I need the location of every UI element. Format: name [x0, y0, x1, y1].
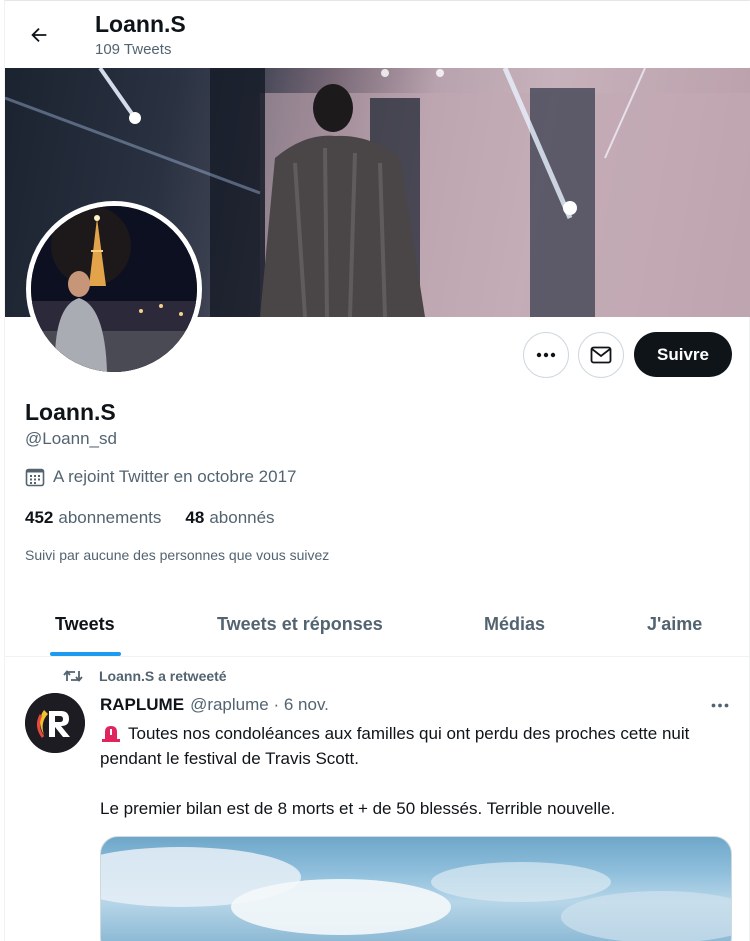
tweet-author-handle[interactable]: @raplume [190, 695, 269, 715]
envelope-icon [590, 346, 612, 364]
followed-by-text: Suivi par aucune des personnes que vous … [25, 547, 330, 563]
tweet-paragraph-2: Le premier bilan est de 8 morts et + de … [100, 799, 616, 818]
followers-count: 48 [185, 508, 205, 527]
profile-display-name: Loann.S [25, 399, 116, 425]
siren-emoji-icon [100, 724, 122, 742]
tweet-author-name[interactable]: RAPLUME [100, 695, 184, 715]
tab-tweets[interactable]: Tweets [55, 591, 115, 657]
header-name: Loann.S [95, 11, 186, 37]
ellipsis-icon [711, 703, 729, 707]
follow-button[interactable]: Suivre [634, 332, 732, 377]
tab-likes[interactable]: J'aime [647, 591, 702, 657]
ellipsis-icon [536, 352, 556, 358]
profile-tabs: Tweets Tweets et réponses Médias J'aime [5, 591, 750, 657]
back-button[interactable] [22, 18, 56, 52]
tweet-separator: · [268, 695, 284, 714]
more-options-button[interactable] [523, 332, 569, 378]
join-date: A rejoint Twitter en octobre 2017 [25, 467, 297, 487]
follow-stats: 452 abonnements 48 abonnés [25, 508, 299, 528]
active-tab-indicator [50, 652, 121, 656]
retweet-icon [63, 668, 83, 684]
followers-label: abonnés [209, 508, 275, 527]
profile-page: Loann.S 109 Tweets Suivre Loann.S @Loann… [4, 0, 750, 941]
header-tweet-count: 109 Tweets [95, 41, 172, 58]
retweet-label[interactable]: Loann.S a retweeté [99, 668, 227, 684]
tweet-text-line-1: Toutes nos condoléances aux familles qui… [100, 724, 690, 768]
tweet-paragraph-1: Toutes nos condoléances aux familles qui… [100, 721, 730, 771]
tab-tweets-replies[interactable]: Tweets et réponses [217, 591, 383, 657]
calendar-icon [25, 467, 45, 487]
followers-link[interactable]: 48 abonnés [185, 508, 274, 528]
profile-avatar[interactable] [26, 201, 202, 377]
profile-handle: @Loann_sd [25, 429, 117, 448]
tweet-media-image[interactable] [100, 836, 732, 941]
tweet-author-avatar[interactable] [25, 693, 85, 753]
following-label: abonnements [58, 508, 162, 527]
tweet-header: RAPLUME @raplume · 6 nov. [100, 695, 329, 715]
tweet-more-button[interactable] [706, 695, 734, 715]
arrow-left-icon [31, 27, 47, 43]
tab-media[interactable]: Médias [484, 591, 545, 657]
profile-header: Loann.S 109 Tweets [5, 1, 750, 67]
join-date-text: A rejoint Twitter en octobre 2017 [53, 467, 297, 486]
tweet-date[interactable]: 6 nov. [284, 695, 329, 715]
following-count: 452 [25, 508, 54, 527]
message-button[interactable] [578, 332, 624, 378]
retweet-indicator: Loann.S a retweeté [63, 668, 227, 684]
tweet-text: Toutes nos condoléances aux familles qui… [100, 721, 730, 846]
following-link[interactable]: 452 abonnements [25, 508, 161, 528]
